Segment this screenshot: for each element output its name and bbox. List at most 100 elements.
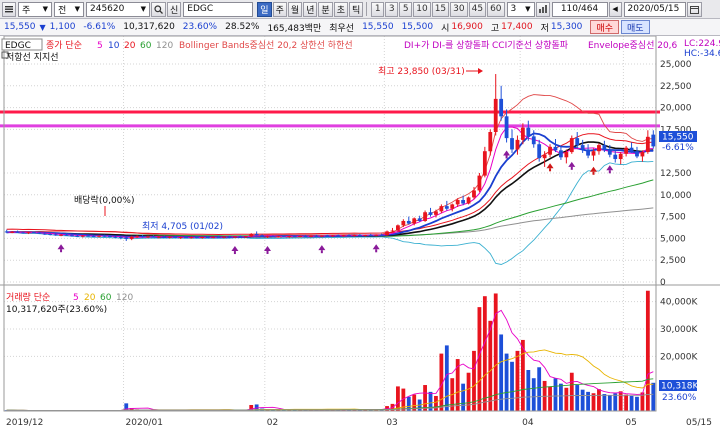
interval-button[interactable]: 5	[399, 1, 413, 17]
candle-body[interactable]	[624, 147, 629, 154]
candle-body[interactable]	[569, 138, 574, 153]
volume-bar[interactable]	[624, 394, 629, 411]
candle-body[interactable]	[504, 116, 509, 139]
interval-button[interactable]: 1	[371, 1, 385, 17]
volume-bar[interactable]	[559, 383, 563, 411]
candle-body[interactable]	[390, 230, 395, 232]
candle-body[interactable]	[482, 151, 487, 176]
period-button[interactable]: 분	[318, 1, 333, 17]
candle-body[interactable]	[265, 236, 270, 238]
volume-bar[interactable]	[575, 385, 580, 411]
candle-body[interactable]	[135, 236, 140, 238]
candle-body[interactable]	[629, 147, 634, 152]
candle-body[interactable]	[319, 235, 324, 237]
candle-body[interactable]	[455, 200, 460, 205]
candle-body[interactable]	[607, 150, 612, 155]
candle-body[interactable]	[613, 154, 618, 160]
period-button[interactable]: 월	[287, 1, 303, 17]
volume-bar[interactable]	[510, 361, 514, 411]
candle-body[interactable]	[91, 235, 96, 237]
candle-body[interactable]	[75, 235, 80, 237]
sell-button[interactable]: 매도	[620, 20, 650, 34]
candle-body[interactable]	[466, 197, 471, 204]
candle-body[interactable]	[401, 220, 406, 226]
candle-body[interactable]	[352, 235, 357, 237]
candle-body[interactable]	[357, 235, 362, 237]
volume-bar[interactable]	[515, 350, 520, 411]
candle-body[interactable]	[4, 231, 9, 233]
candle-body[interactable]	[575, 138, 580, 146]
candle-body[interactable]	[233, 236, 237, 238]
candle-body[interactable]	[434, 211, 438, 215]
volume-bar[interactable]	[635, 396, 639, 411]
volume-bar[interactable]	[645, 290, 650, 411]
candle-body[interactable]	[488, 132, 493, 152]
candle-body[interactable]	[477, 175, 482, 191]
candle-body[interactable]	[222, 236, 226, 238]
candle-body[interactable]	[162, 236, 167, 238]
candle-body[interactable]	[314, 235, 319, 237]
volume-bar[interactable]	[569, 372, 574, 411]
candle-body[interactable]	[564, 152, 569, 158]
candle-body[interactable]	[553, 146, 558, 151]
candle-body[interactable]	[70, 235, 74, 237]
candle-body[interactable]	[309, 235, 313, 237]
candle-body[interactable]	[645, 136, 650, 153]
volume-bar[interactable]	[493, 293, 498, 411]
volume-bar[interactable]	[580, 389, 585, 411]
candle-body[interactable]	[26, 232, 31, 234]
candle-body[interactable]	[194, 237, 199, 239]
candle-body[interactable]	[537, 144, 542, 159]
stock-code-input[interactable]: 245620 ▼	[86, 1, 150, 17]
candle-body[interactable]	[184, 237, 188, 239]
candle-body[interactable]	[64, 234, 69, 236]
candle-body[interactable]	[287, 236, 292, 238]
candle-body[interactable]	[281, 236, 286, 238]
volume-bar[interactable]	[618, 391, 623, 411]
volume-bar[interactable]	[607, 395, 612, 411]
interval-button[interactable]: 60	[487, 1, 505, 17]
volume-bar[interactable]	[537, 367, 542, 411]
candle-body[interactable]	[542, 154, 547, 159]
candle-body[interactable]	[276, 236, 281, 238]
candle-body[interactable]	[396, 225, 400, 231]
volume-bar[interactable]	[629, 395, 634, 411]
candle-body[interactable]	[379, 234, 384, 236]
period-select[interactable]: 전 ▼	[54, 1, 84, 17]
candle-body[interactable]	[580, 145, 585, 150]
interval-button[interactable]: 10	[413, 1, 431, 17]
candle-body[interactable]	[15, 231, 20, 233]
candle-body[interactable]	[591, 151, 596, 156]
candle-body[interactable]	[510, 138, 514, 150]
candle-body[interactable]	[526, 127, 531, 137]
search-button[interactable]	[151, 1, 166, 17]
volume-bar[interactable]	[461, 383, 466, 411]
candle-body[interactable]	[597, 145, 601, 152]
candle-body[interactable]	[86, 235, 91, 237]
candle-body[interactable]	[249, 234, 254, 237]
menu-icon[interactable]	[2, 1, 16, 17]
candle-body[interactable]	[374, 234, 379, 236]
volume-bar[interactable]	[520, 339, 525, 411]
candle-body[interactable]	[368, 234, 373, 236]
buy-button[interactable]: 매수	[590, 20, 619, 34]
candle-body[interactable]	[42, 233, 47, 235]
candle-body[interactable]	[254, 234, 259, 236]
candle-body[interactable]	[444, 206, 449, 209]
candle-body[interactable]	[439, 206, 444, 212]
volume-bar[interactable]	[651, 382, 656, 411]
candle-body[interactable]	[548, 146, 552, 155]
candle-body[interactable]	[189, 237, 194, 239]
volume-bar[interactable]	[482, 296, 487, 411]
candle-body[interactable]	[31, 232, 36, 234]
candle-body[interactable]	[330, 235, 335, 237]
candle-body[interactable]	[325, 235, 330, 237]
candle-body[interactable]	[412, 218, 417, 224]
candle-body[interactable]	[48, 234, 53, 236]
candle-body[interactable]	[336, 235, 341, 237]
candle-body[interactable]	[97, 235, 101, 237]
interval-button[interactable]: 15	[431, 1, 450, 17]
candle-body[interactable]	[385, 231, 389, 236]
volume-bar[interactable]	[564, 387, 569, 411]
candle-body[interactable]	[635, 151, 639, 157]
